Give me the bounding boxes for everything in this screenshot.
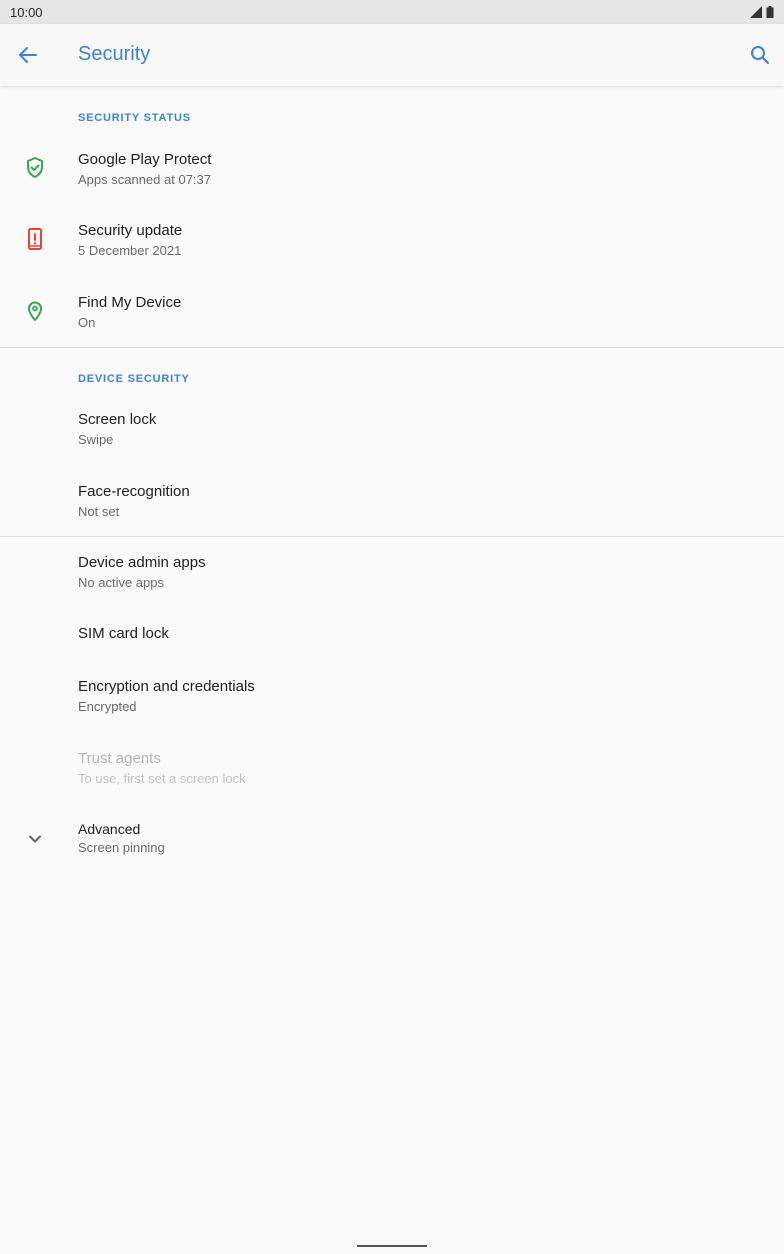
app-bar: Security — [0, 24, 784, 86]
pref-trust-agents: Trust agents To use, first set a screen … — [0, 737, 784, 807]
pref-find-my-device[interactable]: Find My Device On — [0, 280, 784, 350]
pref-summary: Not set — [78, 504, 120, 519]
pref-summary: 5 December 2021 — [78, 243, 182, 258]
shield-check-icon — [22, 155, 48, 181]
pref-summary: No active apps — [78, 575, 164, 590]
pref-summary: Encrypted — [78, 699, 137, 714]
arrow-back-icon — [19, 47, 37, 63]
pref-title: SIM card lock — [78, 625, 169, 642]
pref-summary: On — [78, 315, 96, 330]
pref-screen-lock[interactable]: Screen lock Swipe — [0, 397, 784, 467]
phone-alert-icon — [22, 226, 48, 252]
signal-icon — [750, 6, 762, 18]
divider — [0, 347, 784, 348]
pref-title: Face-recognition — [78, 483, 190, 500]
section-header-security-status: SECURITY STATUS — [78, 112, 191, 124]
pref-face-recognition[interactable]: Face-recognition Not set — [0, 469, 784, 539]
status-time: 10:00 — [10, 4, 43, 20]
pref-summary: Apps scanned at 07:37 — [78, 172, 211, 187]
pref-summary: Screen pinning — [78, 840, 165, 855]
gesture-nav-handle[interactable] — [357, 1245, 427, 1247]
pref-title: Advanced — [78, 821, 141, 837]
pref-advanced[interactable]: Advanced Screen pinning — [0, 810, 784, 880]
section-header-device-security: DEVICE SECURITY — [78, 373, 190, 385]
pref-sim-card-lock[interactable]: SIM card lock — [0, 612, 784, 662]
search-icon — [751, 46, 770, 65]
pref-title: Security update — [78, 222, 183, 239]
status-bar: 10:00 — [0, 0, 784, 24]
pref-device-admin-apps[interactable]: Device admin apps No active apps — [0, 541, 784, 611]
divider — [0, 536, 784, 537]
pref-title: Find My Device — [78, 294, 182, 311]
pref-title: Encryption and credentials — [78, 678, 255, 695]
battery-icon — [766, 6, 774, 18]
page-title: Security — [78, 43, 151, 65]
back-button[interactable] — [14, 43, 42, 67]
search-button[interactable] — [746, 42, 774, 68]
pref-summary: To use, first set a screen lock — [78, 771, 246, 786]
pref-summary: Swipe — [78, 432, 114, 447]
pref-title: Screen lock — [78, 411, 157, 428]
pref-encryption-credentials[interactable]: Encryption and credentials Encrypted — [0, 665, 784, 735]
pref-security-update[interactable]: Security update 5 December 2021 — [0, 208, 784, 278]
pref-title: Device admin apps — [78, 554, 206, 571]
pref-title: Trust agents — [78, 750, 161, 767]
pref-title: Google Play Protect — [78, 151, 212, 168]
status-icons — [750, 6, 774, 18]
location-pin-icon — [22, 298, 48, 324]
chevron-down-icon — [22, 826, 48, 852]
pref-google-play-protect[interactable]: Google Play Protect Apps scanned at 07:3… — [0, 136, 784, 206]
